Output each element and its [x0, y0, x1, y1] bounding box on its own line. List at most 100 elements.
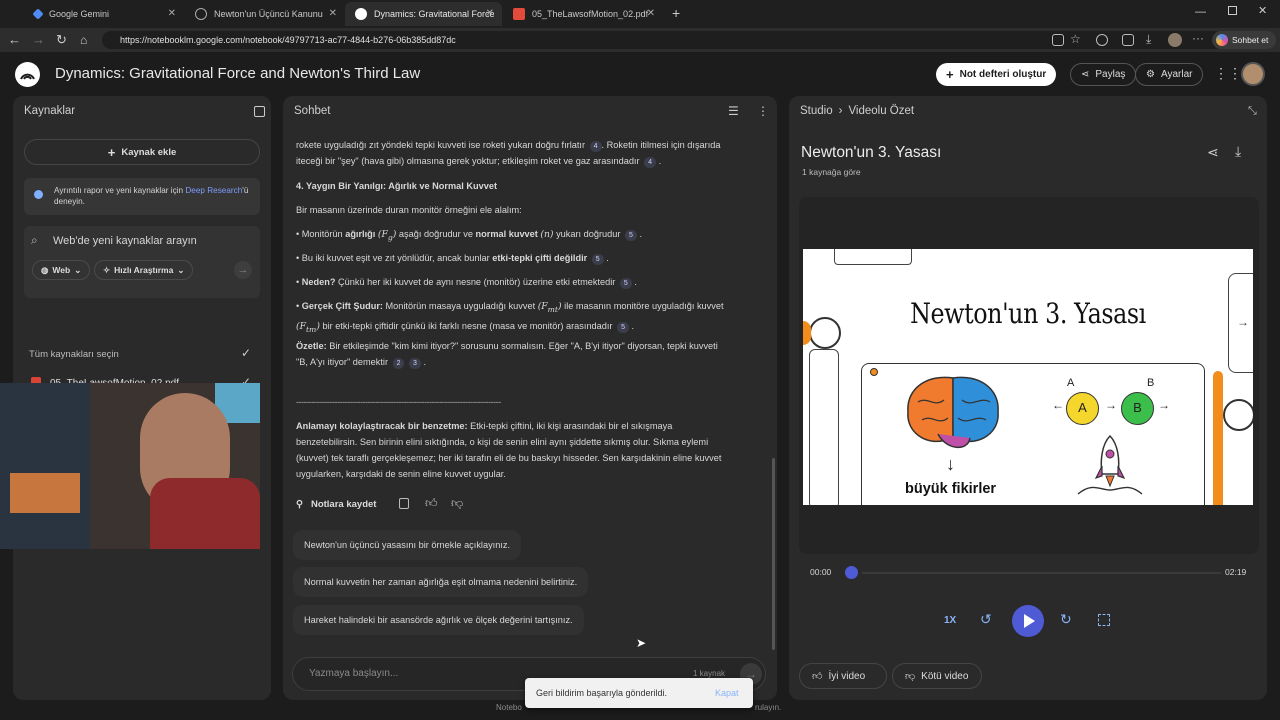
footer-text: rulayın. [755, 703, 782, 712]
video-title: Newton'un 3. Yasası [801, 144, 942, 161]
citation-chip[interactable]: 5 [591, 254, 604, 265]
user-avatar[interactable] [1241, 62, 1265, 86]
gear-icon: ⚙ [1146, 69, 1155, 80]
suggestion-chip[interactable]: Normal kuvvetin her zaman ağırlığa eşit … [293, 567, 589, 597]
thumbs-up-icon[interactable]: 👍︎ [425, 496, 438, 511]
install-icon[interactable] [1052, 34, 1064, 46]
citation-chip[interactable]: 4 [644, 157, 657, 168]
slide-title: Newton'un 3. Yasası [910, 297, 1146, 330]
pin-icon: ⚲ [296, 499, 303, 510]
create-notebook-button[interactable]: + Not defteri oluştur [936, 63, 1057, 86]
suggestion-chip[interactable]: Hareket halindeki bir asansörde ağırlık … [293, 605, 584, 635]
sources-header: Kaynaklar [24, 105, 76, 117]
tab-title: 05_TheLawsofMotion_02.pdf [532, 9, 649, 19]
close-icon[interactable]: ✕ [329, 8, 337, 19]
brain-icon [907, 376, 999, 448]
new-tab-button[interactable]: + [672, 5, 680, 21]
close-icon[interactable]: ✕ [168, 8, 176, 19]
citation-chip[interactable]: 5 [624, 230, 637, 241]
citation-chip[interactable]: 2 [392, 358, 405, 369]
more-vert-icon[interactable]: ⋮ [757, 104, 769, 118]
close-icon[interactable]: ✕ [647, 8, 655, 19]
download-icon[interactable]: ⤓ [1146, 32, 1151, 47]
chat-analogy: Anlamayı kolaylaştıracak bir benzetme: E… [296, 421, 722, 479]
browser-tab-bar: Google Gemini ✕ Newton'un Üçüncü Kanunu … [0, 0, 1280, 28]
notebooklm-logo-icon[interactable] [15, 62, 40, 87]
tab-dynamics[interactable]: Dynamics: Gravitational Force and ✕ [345, 2, 502, 26]
citation-chip[interactable]: 3 [409, 358, 421, 369]
time-total: 02:19 [1225, 567, 1247, 577]
arrow-down-icon: ↓ [946, 454, 955, 474]
chat-scrollbar[interactable] [772, 458, 775, 650]
add-source-button[interactable]: + Kaynak ekle [24, 139, 260, 165]
search-icon: ⌕ [31, 233, 38, 247]
tab-pdf[interactable]: 05_TheLawsofMotion_02.pdf ✕ [503, 2, 663, 26]
forward-icon[interactable]: → [32, 32, 45, 48]
close-icon[interactable]: ✕ [486, 8, 494, 19]
seek-bar[interactable] [862, 572, 1221, 574]
suggestion-chip[interactable]: Newton'un üçüncü yasasını bir örnekle aç… [293, 530, 522, 560]
apps-grid-icon[interactable]: ⋮⋮ [1214, 65, 1242, 82]
citation-chip[interactable]: 4 [589, 141, 602, 152]
copy-icon[interactable] [399, 498, 409, 509]
save-to-notes-button[interactable]: ⚲ Notlara kaydet [296, 499, 376, 510]
settings-button[interactable]: ⚙ Ayarlar [1135, 63, 1204, 86]
play-icon [1024, 614, 1035, 628]
star-icon[interactable]: ☆ [1070, 32, 1081, 46]
share-icon[interactable]: ⋖ [1207, 144, 1219, 161]
collapse-panel-icon[interactable] [254, 106, 265, 117]
home-icon[interactable]: ⌂ [80, 32, 87, 48]
thumbs-down-icon[interactable]: 👎︎ [451, 496, 463, 511]
collapse-icon[interactable]: ⤡ [1248, 105, 1257, 118]
good-video-button[interactable]: 👍︎ İyi video [799, 663, 887, 689]
seek-handle[interactable] [845, 566, 858, 579]
citation-chip[interactable]: 5 [617, 321, 629, 333]
reload-icon[interactable]: ↻ [56, 32, 67, 48]
forward-icon[interactable]: ↻ [1060, 611, 1072, 628]
window-close-button[interactable]: ✕ [1258, 4, 1267, 17]
tune-icon[interactable]: ☰ [728, 104, 739, 118]
web-search-box: ⌕ Web'de yeni kaynaklar arayın ◍ Web ⌄ ✧ Hı… [24, 226, 260, 298]
maximize-button[interactable] [1228, 6, 1237, 15]
notebooklm-app: Dynamics: Gravitational Force and Newton… [0, 52, 1280, 720]
minimize-button[interactable]: — [1195, 6, 1206, 18]
web-search-input[interactable]: Web'de yeni kaynaklar arayın [53, 235, 197, 247]
circle-a: A [1066, 392, 1099, 425]
slide-deco [803, 321, 811, 345]
arrow-right-icon: → [1105, 398, 1117, 412]
copilot-icon[interactable] [1122, 34, 1134, 46]
select-all-checkbox[interactable]: ✓ [241, 346, 251, 360]
deep-research-link[interactable]: Deep Research [185, 186, 242, 195]
bad-video-button[interactable]: 👎︎ Kötü video [892, 663, 982, 689]
toast-notification: Geri bildirim başarıyla gönderildi. Kapa… [525, 678, 753, 708]
arrow-right-icon: → [1158, 398, 1170, 412]
arrow-right-icon: → [1237, 315, 1249, 329]
rewind-icon[interactable]: ↺ [980, 611, 992, 628]
share-button[interactable]: ⋖ Paylaş [1070, 63, 1137, 86]
chat-intro: Bir masanın üzerinde duran monitör örneğ… [296, 205, 522, 215]
more-icon[interactable]: ··· [1192, 31, 1204, 45]
notebook-title[interactable]: Dynamics: Gravitational Force and Newton… [55, 65, 420, 82]
globe-icon [195, 8, 207, 20]
web-source-chip[interactable]: ◍ Web ⌄ [32, 260, 91, 280]
back-icon[interactable]: ← [8, 32, 21, 48]
research-mode-chip[interactable]: ✧ Hızlı Araştırma ⌄ [94, 260, 194, 280]
play-button[interactable] [1012, 605, 1044, 637]
chevron-right-icon: › [838, 105, 843, 117]
speed-button[interactable]: 1X [944, 615, 956, 626]
tab-gemini[interactable]: Google Gemini ✕ [24, 2, 184, 26]
extensions-icon[interactable] [1096, 34, 1108, 46]
account-avatar[interactable] [1168, 33, 1182, 47]
webcam-background [0, 383, 90, 549]
copilot-chat-button[interactable]: Sohbet et [1212, 31, 1276, 49]
toast-close-button[interactable]: Kapat [715, 688, 739, 698]
submit-search-button[interactable]: → [234, 261, 252, 279]
fullscreen-icon[interactable] [1098, 614, 1110, 626]
slide-deco [834, 249, 912, 265]
download-icon[interactable]: ⤓ [1235, 143, 1241, 160]
breadcrumb-studio[interactable]: Studio [800, 105, 833, 117]
citation-chip[interactable]: 5 [619, 278, 632, 289]
video-frame: → Newton'un 3. Yasası ↓ büyük fikirler A… [803, 249, 1253, 505]
tab-newton[interactable]: Newton'un Üçüncü Kanunu ✕ [185, 2, 345, 26]
chat-heading: 4. Yaygın Bir Yanılgı: Ağırlık ve Normal… [296, 181, 498, 191]
